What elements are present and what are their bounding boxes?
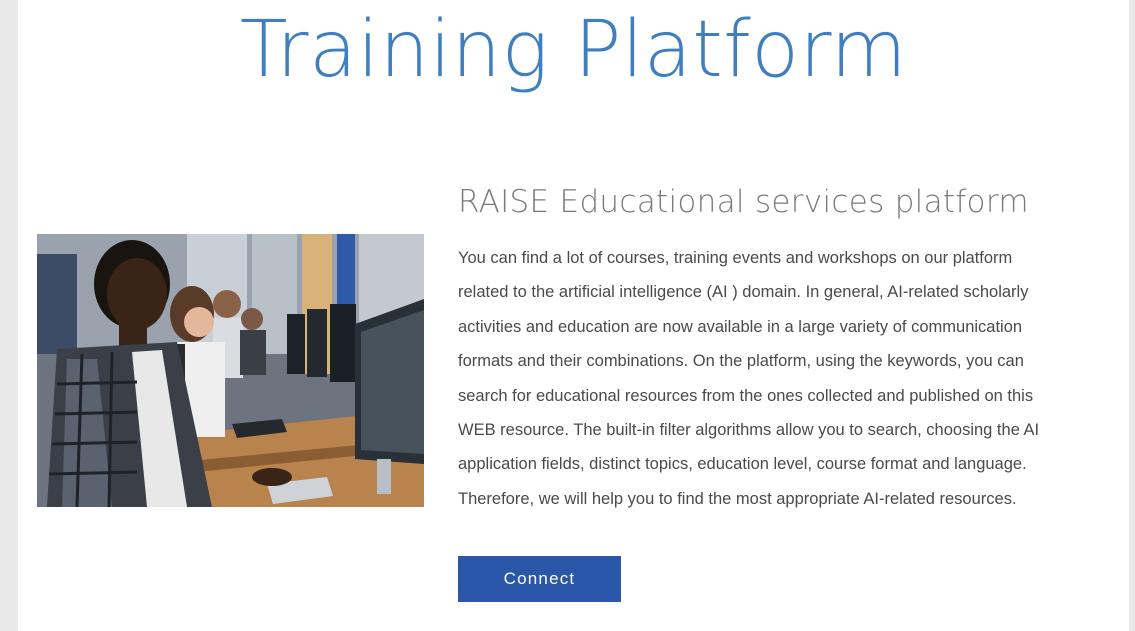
description-line: activities and education are now availab…: [458, 317, 1023, 336]
platform-description: You can find a lot of courses, training …: [458, 241, 1108, 516]
description-line: WEB resource. The built-in filter algori…: [458, 421, 1040, 440]
description-line: application fields, distinct topics, edu…: [458, 455, 1027, 474]
students-computer-lab-image: [37, 234, 424, 507]
description-line: formats and their combinations. On the p…: [458, 352, 1024, 371]
section-title: RAISE Educational services platform: [458, 184, 1029, 220]
page-content: Training Platform RAISE Educational serv…: [18, 0, 1129, 631]
description-line: You can find a lot of courses, training …: [458, 249, 1013, 267]
description-line: Therefore, we will help you to find the …: [458, 489, 1017, 508]
description-line: related to the artificial intelligence (…: [458, 283, 1029, 302]
page-title: Training Platform: [239, 5, 908, 95]
description-line: search for educational resources from th…: [458, 386, 1034, 405]
connect-button[interactable]: Connect: [458, 556, 621, 602]
